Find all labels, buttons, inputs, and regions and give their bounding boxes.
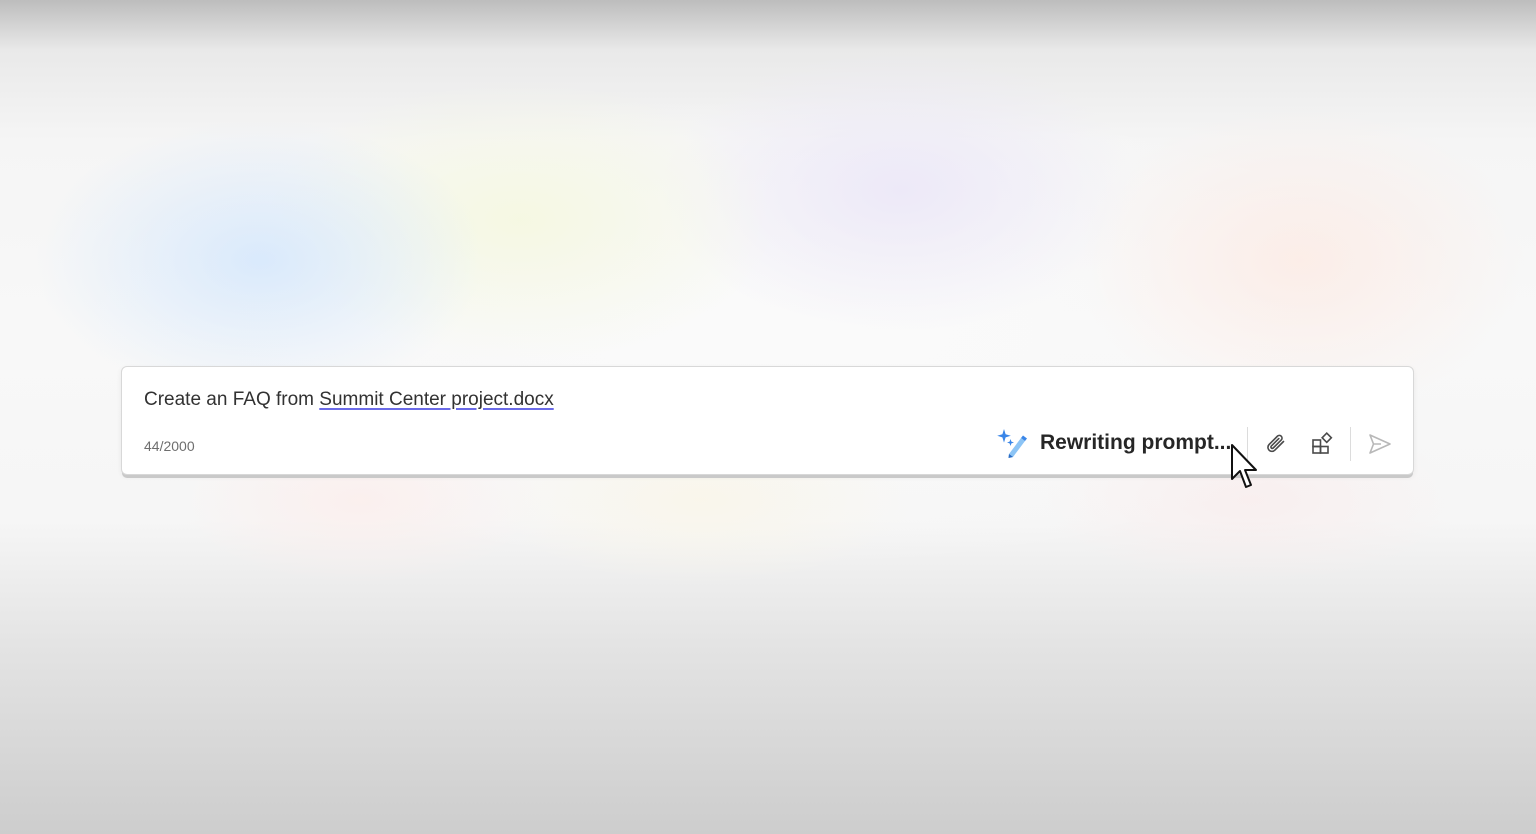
prompt-input[interactable]: Create an FAQ from Summit Center project… bbox=[144, 388, 554, 412]
character-counter: 44/2000 bbox=[144, 438, 195, 454]
sparkle-pen-icon bbox=[997, 429, 1027, 458]
file-reference-link[interactable]: Summit Center project.docx bbox=[319, 389, 553, 410]
prompt-text: Create an FAQ from bbox=[144, 389, 320, 410]
apps-button[interactable] bbox=[1306, 428, 1338, 460]
toolbar-divider bbox=[1350, 427, 1351, 461]
rewrite-status-label: Rewriting prompt... bbox=[1040, 431, 1232, 454]
send-icon bbox=[1369, 434, 1391, 454]
paperclip-icon bbox=[1267, 434, 1285, 453]
prompt-composer[interactable]: Create an FAQ from Summit Center project… bbox=[121, 366, 1414, 475]
send-button[interactable] bbox=[1364, 428, 1396, 460]
attach-button[interactable] bbox=[1260, 428, 1292, 460]
mouse-cursor-icon bbox=[1231, 444, 1257, 488]
apps-grid-icon bbox=[1312, 432, 1333, 454]
rewrite-prompt-button[interactable]: Rewriting prompt... bbox=[996, 425, 1231, 461]
